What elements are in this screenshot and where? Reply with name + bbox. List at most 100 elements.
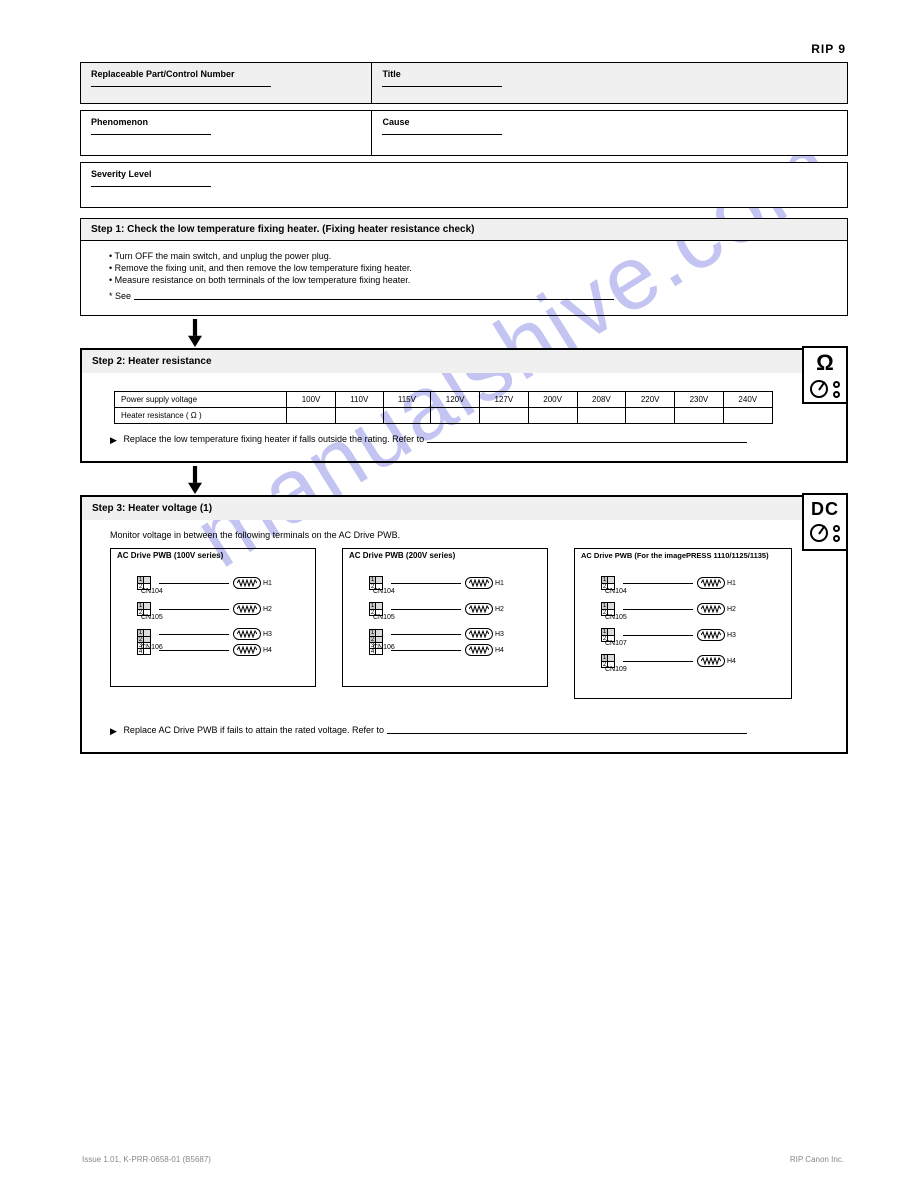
col-127v: 127V [479,392,528,408]
arrow-2 [188,463,202,497]
step2-replace-blank [427,436,747,443]
step3-box: DC Step 3: Heater voltage (1) Monitor vo… [80,495,848,754]
col-100v: 100V [287,392,336,408]
step1-title: Step 1: Check the low temperature fixing… [81,219,847,241]
arrow-1 [188,316,202,350]
h2-label-2: H2 [495,606,504,613]
cn104-label: CN104 [141,588,163,595]
pwb-box-200v: AC Drive PWB (200V series) CN104 12 H1 C… [342,548,548,687]
h3-label-2: H3 [495,631,504,638]
ohmmeter-icon: Ω [802,346,848,404]
heater-icon [465,603,493,615]
heater-icon [697,577,725,589]
step1-bullet-3: • Measure resistance on both terminals o… [109,275,827,285]
col-115v: 115V [383,392,431,408]
heater-icon [697,603,725,615]
resist-row-label: Heater resistance ( Ω ) [115,408,287,424]
cn105-label-3: CN105 [605,614,627,621]
cn104-label-3: CN104 [605,588,627,595]
footer-right: RIP Canon Inc. [790,1155,844,1164]
resistance-table: Power supply voltage 100V 110V 115V 120V… [114,391,773,424]
heater-icon [233,603,261,615]
pwb-box-imagepress: AC Drive PWB (For the imagePRESS 1110/11… [574,548,792,699]
cn107-label: CN107 [605,640,627,647]
step3-replace-blank [387,727,747,734]
severity-label: Severity Level [91,169,837,180]
col-208v: 208V [577,392,626,408]
col-240v: 240V [723,392,772,408]
meter-dials [804,376,846,398]
h4-label: H4 [263,647,272,654]
h2-label-3: H2 [727,606,736,613]
step1-b3-text: Measure resistance on both terminals of … [115,275,411,285]
step3-replace-note: ▶ Replace AC Drive PWB if fails to attai… [110,725,826,736]
col-220v: 220V [626,392,675,408]
step1-b2-text: Remove the fixing unit, and then remove … [115,263,412,273]
step2-title: Step 2: Heater resistance [82,350,846,373]
cause-field [382,128,502,135]
step3-desc: Monitor voltage in between the following… [110,530,826,540]
h1-label: H1 [263,580,272,587]
cn105-label-2: CN105 [373,614,395,621]
heater-icon [465,577,493,589]
step1-bullet-2: • Remove the fixing unit, and then remov… [109,263,827,273]
col-120v: 120V [431,392,480,408]
triangle-icon-2: ▶ [110,726,117,737]
step2-replace-text: Replace the low temperature fixing heate… [123,434,424,444]
severity-field [91,180,211,187]
step1-see-note: * See [109,291,827,301]
step1-bullet-1: • Turn OFF the main switch, and unplug t… [109,251,827,261]
pwb-box-100v: AC Drive PWB (100V series) CN104 12 H1 C… [110,548,316,687]
step1-b1-text: Turn OFF the main switch, and unplug the… [115,251,332,261]
title-label: Title [382,69,837,80]
step3-title: Step 3: Heater voltage (1) [82,497,846,520]
cn109-label: CN109 [605,666,627,673]
pwb-ip-title: AC Drive PWB (For the imagePRESS 1110/11… [575,549,791,560]
cn106-label: CN106 [141,644,163,651]
control-number-label: Replaceable Part/Control Number [91,69,361,80]
h4-label-3: H4 [727,658,736,665]
phenomenon-cause-table: Phenomenon Cause [80,110,848,156]
title-field [382,80,502,87]
heater-icon [465,628,493,640]
pwb-diagram-row: AC Drive PWB (100V series) CN104 12 H1 C… [110,548,826,699]
heater-icon [697,629,725,641]
pwb-200v-title: AC Drive PWB (200V series) [343,549,547,560]
step3-replace-text: Replace AC Drive PWB if fails to attain … [123,725,384,735]
step2-replace-note: ▶ Replace the low temperature fixing hea… [110,434,826,445]
cn104-label-2: CN104 [373,588,395,595]
phenomenon-label: Phenomenon [91,117,361,128]
voltage-row-label: Power supply voltage [115,392,287,408]
heater-icon [233,644,261,656]
ohm-symbol: Ω [804,348,846,376]
h4-label-2: H4 [495,647,504,654]
col-230v: 230V [675,392,724,408]
page-code: RIP 9 [811,42,846,56]
heater-icon [465,644,493,656]
col-110v: 110V [335,392,383,408]
page-footer: Issue 1.01, K-PRR-0658-01 (B5687) RIP Ca… [0,1155,918,1164]
pwb-100v-title: AC Drive PWB (100V series) [111,549,315,560]
page-content: RIP 9 Replaceable Part/Control Number Ti… [0,0,918,774]
col-200v: 200V [528,392,577,408]
heater-icon [697,655,725,667]
step2-box: Ω Step 2: Heater resistance Power supply… [80,348,848,463]
dc-meter-icon: DC [802,493,848,551]
h3-label: H3 [263,631,272,638]
phenomenon-field [91,128,211,135]
dc-label: DC [804,495,846,520]
footer-left: Issue 1.01, K-PRR-0658-01 (B5687) [82,1155,211,1164]
cause-label: Cause [382,117,837,128]
h1-label-3: H1 [727,580,736,587]
heater-icon [233,628,261,640]
cn106-label-2: CN106 [373,644,395,651]
heater-icon [233,577,261,589]
h3-label-3: H3 [727,632,736,639]
step1-box: Step 1: Check the low temperature fixing… [80,218,848,316]
cn105-label: CN105 [141,614,163,621]
control-number-field [91,80,271,87]
header-table: Replaceable Part/Control Number Title [80,62,848,104]
triangle-icon: ▶ [110,435,117,446]
h2-label: H2 [263,606,272,613]
severity-table: Severity Level [80,162,848,208]
